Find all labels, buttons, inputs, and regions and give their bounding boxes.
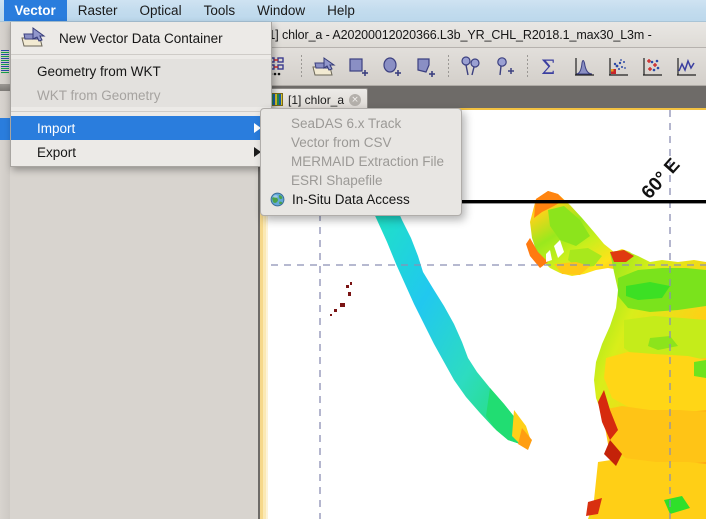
toolbar-separator [527, 54, 528, 79]
main-toolbar: Σ [258, 48, 706, 86]
menu-item-label: New Vector Data Container [59, 30, 223, 46]
scatter-plot-icon[interactable] [635, 50, 669, 84]
submenu-item-label: SeaDAS 6.x Track [291, 116, 402, 131]
panel-selection-marker [0, 118, 10, 140]
menu-item-label: Geometry from WKT [37, 63, 161, 79]
menubar-item-window[interactable]: Window [246, 0, 316, 21]
menubar-item-raster[interactable]: Raster [67, 0, 129, 21]
document-tab-strip: [1] chlor_a × [258, 86, 706, 110]
submenu-item-mermaid-extraction-file: MERMAID Extraction File [261, 152, 461, 171]
toolbar-separator [448, 54, 449, 79]
submenu-item-label: ESRI Shapefile [291, 173, 383, 188]
menu-item-geometry-from-wkt[interactable]: Geometry from WKT [11, 59, 271, 83]
menu-item-wkt-from-geometry: WKT from Geometry [11, 83, 271, 107]
menu-separator [11, 111, 271, 112]
menu-separator [11, 54, 271, 55]
menu-item-label: Export [37, 144, 77, 160]
menubar-item-vector[interactable]: Vector [3, 0, 67, 21]
menu-item-import[interactable]: Import [11, 116, 271, 140]
document-window: [1] chlor_a - A20200012020366.L3b_YR_CHL… [258, 22, 706, 519]
statistics-icon[interactable]: Σ [533, 50, 567, 84]
polygon-drawing-tool-icon[interactable] [409, 50, 443, 84]
vector-menu-popup: New Vector Data Container Geometry from … [10, 22, 272, 167]
profile-plot-icon[interactable] [669, 50, 703, 84]
new-vector-data-container-icon[interactable] [307, 50, 341, 84]
menu-item-export[interactable]: Export [11, 140, 271, 164]
panel-divider [0, 84, 10, 91]
histogram-icon[interactable] [567, 50, 601, 84]
globe-icon [270, 192, 285, 207]
submenu-item-esri-shapefile: ESRI Shapefile [261, 171, 461, 190]
window-title: [1] chlor_a - A20200012020366.L3b_YR_CHL… [258, 22, 706, 48]
menu-item-label: Import [37, 120, 76, 136]
left-empty-area [0, 160, 258, 519]
new-vector-data-container-icon [19, 27, 49, 49]
menu-item-new-vector-data-container[interactable]: New Vector Data Container [11, 26, 271, 50]
submenu-item-label: MERMAID Extraction File [291, 154, 445, 169]
colour-palette-strip-icon [1, 50, 9, 74]
ellipse-drawing-tool-icon[interactable] [375, 50, 409, 84]
tab-chlor-a[interactable]: [1] chlor_a × [264, 88, 369, 110]
tab-label: [1] chlor_a [288, 92, 345, 107]
rectangle-drawing-tool-icon[interactable] [341, 50, 375, 84]
submenu-item-in-situ-data-access[interactable]: In-Situ Data Access [261, 190, 461, 209]
close-icon[interactable]: × [349, 93, 362, 106]
density-plot-icon[interactable] [601, 50, 635, 84]
toolbar-separator [301, 54, 302, 79]
pin-placing-tool-icon[interactable] [454, 50, 488, 84]
left-panel-sliver [0, 22, 10, 519]
menubar-item-optical[interactable]: Optical [129, 0, 193, 21]
submenu-item-seadas-track: SeaDAS 6.x Track [261, 114, 461, 133]
menubar-item-tools[interactable]: Tools [193, 0, 247, 21]
menubar-item-help[interactable]: Help [316, 0, 366, 21]
menu-bar: r Vector Raster Optical Tools Window Hel… [0, 0, 706, 22]
submenu-item-label: Vector from CSV [291, 135, 392, 150]
menu-item-label: WKT from Geometry [37, 87, 161, 103]
svg-text:Σ: Σ [541, 55, 555, 79]
submenu-item-label: In-Situ Data Access [292, 192, 410, 207]
import-submenu-popup: SeaDAS 6.x Track Vector from CSV MERMAID… [260, 108, 462, 216]
submenu-item-vector-from-csv: Vector from CSV [261, 133, 461, 152]
gcp-placing-tool-icon[interactable] [488, 50, 522, 84]
menu-group-wkt: Geometry from WKT WKT from Geometry [11, 59, 271, 107]
